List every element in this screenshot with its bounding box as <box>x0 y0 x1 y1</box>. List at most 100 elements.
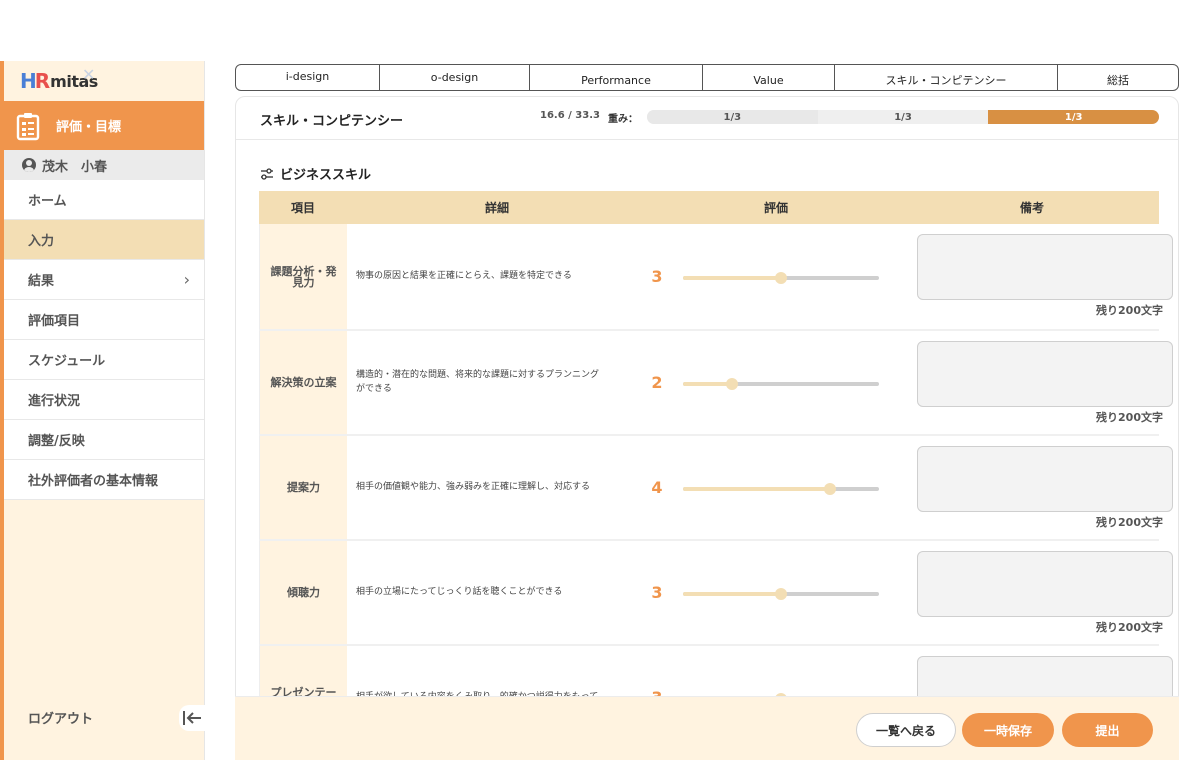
user-avatar-icon <box>22 158 36 172</box>
skill-detail-text: 相手の立場にたってじっくり話を聴くことができる <box>356 586 563 597</box>
note-textarea[interactable] <box>917 446 1173 512</box>
collapse-sidebar-icon[interactable] <box>179 705 205 731</box>
sidebar-item-label: 結果 <box>28 274 55 289</box>
skill-detail: 物事の原因と結果を正確にとらえ、課題を特定できる <box>347 224 647 329</box>
sidebar-item-label: 評価項目 <box>28 314 81 329</box>
skills-table: 項目 詳細 評価 備考 課題分析・発見力 物事の原因と結果を正確にとらえ、課題を特… <box>259 191 1173 751</box>
category-tabs: i-design o-design Performance Value スキル・… <box>235 64 1179 91</box>
panel-header: スキル・コンピテンシー 16.6 / 33.3 重み： 1/3 1/3 1/3 <box>236 97 1178 140</box>
weight-segment-active: 1/3 <box>988 110 1159 124</box>
table-header: 項目 詳細 評価 備考 <box>259 191 1159 224</box>
note-textarea[interactable] <box>917 234 1173 300</box>
rating-value: 4 <box>651 478 663 497</box>
action-footer: 一覧へ戻る 一時保存 提出 <box>235 696 1179 760</box>
rating-cell: 3 <box>647 541 905 644</box>
slider-thumb[interactable] <box>726 378 738 390</box>
rating-cell: 3 <box>647 224 905 329</box>
logo-r: R <box>34 69 51 93</box>
sidebar-item[interactable]: スケジュール <box>4 340 204 380</box>
rating-value: 3 <box>651 583 663 602</box>
slider-thumb[interactable] <box>775 272 787 284</box>
rating-value: 3 <box>651 267 663 286</box>
score-readout: 16.6 / 33.3 <box>540 110 600 121</box>
tab-performance[interactable]: Performance <box>530 65 703 90</box>
sidebar-header-label: 評価・目標 <box>56 120 122 135</box>
sidebar-item[interactable]: 結果 › <box>4 260 204 300</box>
tab-summary[interactable]: 総括 <box>1058 65 1178 90</box>
weight-bar: 1/3 1/3 1/3 <box>647 110 1159 124</box>
slider-fill <box>683 592 781 596</box>
skill-detail-text: 構造的・潜在的な問題、将来的な課題に対するプランニングができる <box>356 370 600 394</box>
sidebar-item[interactable]: 進行状況 <box>4 380 204 420</box>
weight-segment: 1/3 <box>817 110 989 124</box>
note-textarea[interactable] <box>917 551 1173 617</box>
tab-i-design[interactable]: i-design <box>236 65 380 90</box>
rating-slider[interactable] <box>683 588 879 600</box>
rating-cell: 2 <box>647 331 905 434</box>
weight-label: 重み： <box>608 114 638 125</box>
rating-slider[interactable] <box>683 483 879 495</box>
sidebar-item[interactable]: 入力 <box>4 220 204 260</box>
slider-fill <box>683 487 830 491</box>
skill-detail: 相手の立場にたってじっくり話を聴くことができる <box>347 541 647 644</box>
column-header-note: 備考 <box>1019 201 1044 215</box>
arrow-left-bar-icon <box>183 711 201 725</box>
tab-skill-competency[interactable]: スキル・コンピテンシー <box>835 65 1058 90</box>
column-header-rating: 評価 <box>763 201 788 215</box>
logo[interactable]: H R mitas ✕ <box>4 61 204 101</box>
sidebar-item[interactable]: ホーム <box>4 180 204 220</box>
section-title: ビジネススキル <box>260 164 371 183</box>
table-row: 傾聴力 相手の立場にたってじっくり話を聴くことができる 3 残り200文字 <box>259 541 1173 646</box>
skill-name: 傾聴力 <box>259 541 347 644</box>
user-name: 茂木 小春 <box>42 159 108 175</box>
rating-slider[interactable] <box>683 378 879 390</box>
rating-cell: 4 <box>647 436 905 539</box>
slider-fill <box>683 382 732 386</box>
remaining-chars: 残り200文字 <box>1096 304 1163 317</box>
skill-name: 提案力 <box>259 436 347 539</box>
note-cell: 残り200文字 <box>905 541 1173 644</box>
sidebar-section-header[interactable]: 評価・目標 <box>4 101 204 150</box>
logout-link[interactable]: ログアウト <box>28 708 93 727</box>
table-row: 課題分析・発見力 物事の原因と結果を正確にとらえ、課題を特定できる 3 残り200文字 <box>259 224 1173 331</box>
settings-sliders-icon <box>261 167 273 180</box>
slider-thumb[interactable] <box>775 588 787 600</box>
skill-detail: 構造的・潜在的な問題、将来的な課題に対するプランニングができる <box>347 331 647 434</box>
remaining-chars: 残り200文字 <box>1096 621 1163 634</box>
tab-o-design[interactable]: o-design <box>380 65 530 90</box>
skill-name: 課題分析・発見力 <box>259 224 347 329</box>
section-title-text: ビジネススキル <box>280 168 372 183</box>
sidebar-item-label: ホーム <box>28 194 67 209</box>
sidebar-item[interactable]: 調整/反映 <box>4 420 204 460</box>
remaining-chars: 残り200文字 <box>1096 411 1163 424</box>
rating-slider[interactable] <box>683 272 879 284</box>
sidebar-item-label: 進行状況 <box>28 394 81 409</box>
logo-h: H <box>20 69 37 93</box>
logo-x-mark: ✕ <box>82 65 96 84</box>
chevron-right-icon: › <box>183 270 190 289</box>
skill-detail-text: 物事の原因と結果を正確にとらえ、課題を特定できる <box>356 270 572 281</box>
sidebar-item-label: 社外評価者の基本情報 <box>28 474 159 489</box>
save-draft-button[interactable]: 一時保存 <box>962 713 1054 747</box>
note-cell: 残り200文字 <box>905 224 1173 329</box>
sidebar: H R mitas ✕ 評価・目標 茂木 小春 ホーム入力結果 › 評価項目スケジュ… <box>0 61 205 760</box>
column-header-detail: 詳細 <box>484 201 509 215</box>
note-textarea[interactable] <box>917 341 1173 407</box>
tab-value[interactable]: Value <box>703 65 835 90</box>
user-info: 茂木 小春 <box>4 150 204 180</box>
skill-name: 解決策の立案 <box>259 331 347 434</box>
sidebar-item-label: スケジュール <box>28 354 106 369</box>
sidebar-item[interactable]: 社外評価者の基本情報 <box>4 460 204 500</box>
panel-title: スキル・コンピテンシー <box>260 114 404 129</box>
skill-detail-text: 相手の価値観や能力、強み弱みを正確に理解し、対応する <box>356 481 591 492</box>
sidebar-item[interactable]: 評価項目 <box>4 300 204 340</box>
submit-button[interactable]: 提出 <box>1062 713 1153 747</box>
column-header-item: 項目 <box>290 201 315 215</box>
back-to-list-button[interactable]: 一覧へ戻る <box>856 713 956 747</box>
table-row: 解決策の立案 構造的・潜在的な問題、将来的な課題に対するプランニングができる 2 残り… <box>259 331 1173 436</box>
weight-segment: 1/3 <box>647 110 818 124</box>
sidebar-nav: ホーム入力結果 › 評価項目スケジュール 進行状況調整/反映社外評価者の基本情報 <box>4 180 204 500</box>
slider-fill <box>683 276 781 280</box>
slider-thumb[interactable] <box>824 483 836 495</box>
evaluation-panel: スキル・コンピテンシー 16.6 / 33.3 重み： 1/3 1/3 1/3 … <box>235 96 1179 760</box>
